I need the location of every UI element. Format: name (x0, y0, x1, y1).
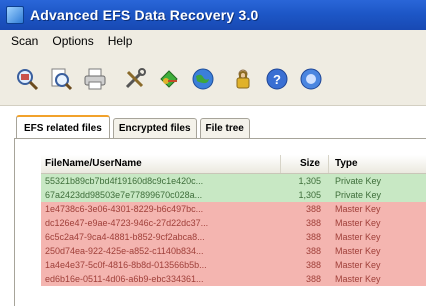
tab-encrypted-files[interactable]: Encrypted files (112, 118, 197, 138)
table-row[interactable]: 1e4738c6-3e06-4301-8229-b6c497bc... 388 … (41, 202, 426, 216)
row-size: 388 (305, 260, 321, 270)
row-filename: dc126e47-e9ae-4723-946c-27d22dc37... (45, 218, 209, 228)
row-type: Master Key (335, 260, 381, 270)
keys-icon[interactable] (156, 66, 182, 92)
row-type: Master Key (335, 274, 381, 284)
globe-icon[interactable] (190, 66, 216, 92)
menu-scan[interactable]: Scan (4, 34, 45, 48)
printer-icon[interactable] (82, 66, 108, 92)
help-icon[interactable]: ? (264, 66, 290, 92)
table-row[interactable]: dc126e47-e9ae-4723-946c-27d22dc37... 388… (41, 216, 426, 230)
row-type: Master Key (335, 246, 381, 256)
row-size: 388 (305, 204, 321, 214)
menu-help[interactable]: Help (101, 34, 140, 48)
table-row[interactable]: ed6b16e-0511-4d06-a6b9-ebc334361... 388 … (41, 272, 426, 286)
row-filename: 1a4e4e37-5c0f-4816-8b8d-013566b5b... (45, 260, 207, 270)
row-type: Master Key (335, 218, 381, 228)
row-type: Master Key (335, 204, 381, 214)
about-icon[interactable] (298, 66, 324, 92)
row-filename: 1e4738c6-3e06-4301-8229-b6c497bc... (45, 204, 204, 214)
title-bar: Advanced EFS Data Recovery 3.0 (0, 0, 426, 30)
table-row[interactable]: 250d74ea-922-425e-a852-c1140b834... 388 … (41, 244, 426, 258)
tab-efs-related-files[interactable]: EFS related files (16, 115, 110, 139)
table-row[interactable]: 1a4e4e37-5c0f-4816-8b8d-013566b5b... 388… (41, 258, 426, 272)
tab-panel: FileName/UserName Size Type 55321b89cb7b… (14, 138, 426, 306)
tab-file-tree[interactable]: File tree (199, 118, 250, 138)
menu-options[interactable]: Options (45, 34, 100, 48)
search-zoom-icon[interactable] (14, 66, 40, 92)
table-row[interactable]: 55321b89cb7bd4f19160d8c9c1e420c... 1,305… (41, 174, 426, 188)
list-header: FileName/UserName Size Type (41, 155, 426, 174)
row-size: 1,305 (298, 176, 321, 186)
row-filename: ed6b16e-0511-4d06-a6b9-ebc334361... (45, 274, 204, 284)
row-filename: 55321b89cb7bd4f19160d8c9c1e420c... (45, 176, 204, 186)
row-filename: 67a2423dd98503e7e77899670c028a... (45, 190, 203, 200)
row-type: Master Key (335, 232, 381, 242)
files-list: FileName/UserName Size Type 55321b89cb7b… (41, 155, 426, 286)
row-size: 388 (305, 232, 321, 242)
row-filename: 250d74ea-922-425e-a852-c1140b834... (45, 246, 204, 256)
column-header-filename[interactable]: FileName/UserName (41, 155, 281, 173)
svg-text:?: ? (273, 72, 281, 87)
row-size: 388 (305, 218, 321, 228)
row-type: Private Key (335, 176, 382, 186)
row-size: 1,305 (298, 190, 321, 200)
row-filename: 6c5c2a47-9ca4-4881-b852-9cf2abca8... (45, 232, 205, 242)
app-icon (6, 6, 24, 24)
column-header-type[interactable]: Type (329, 155, 426, 173)
row-type: Private Key (335, 190, 382, 200)
menu-bar: Scan Options Help (0, 30, 426, 52)
table-row[interactable]: 67a2423dd98503e7e77899670c028a... 1,305 … (41, 188, 426, 202)
toolbar: ? (0, 52, 426, 106)
column-header-size[interactable]: Size (281, 155, 329, 173)
table-row[interactable]: 6c5c2a47-9ca4-4881-b852-9cf2abca8... 388… (41, 230, 426, 244)
tab-strip: EFS related files Encrypted files File t… (16, 112, 253, 139)
tools-icon[interactable] (122, 66, 148, 92)
user-lock-icon[interactable] (230, 66, 256, 92)
search-file-icon[interactable] (48, 66, 74, 92)
row-size: 388 (305, 274, 321, 284)
row-size: 388 (305, 246, 321, 256)
window-title: Advanced EFS Data Recovery 3.0 (30, 7, 259, 23)
